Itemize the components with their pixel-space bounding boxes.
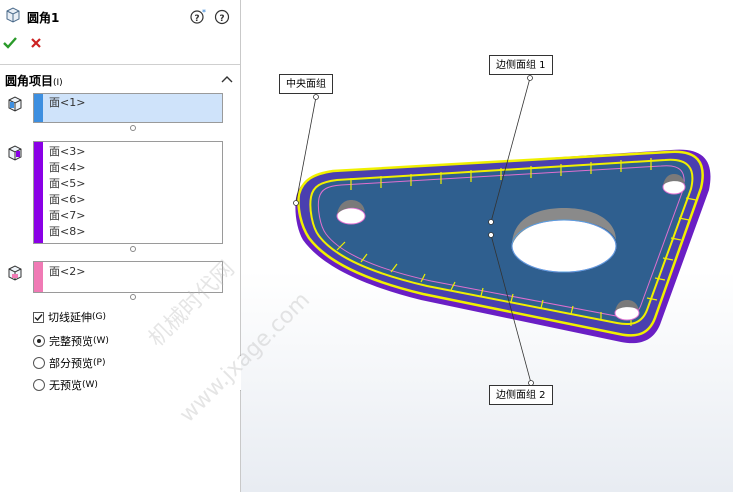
tangent-propagation-option[interactable]: 切线延伸 (G) [33, 309, 106, 325]
help-star-icon[interactable]: ? * [190, 8, 206, 25]
list-item[interactable]: 面<1> [49, 95, 85, 111]
close-icon [31, 38, 41, 48]
callout-center-faces: 中央面组 [279, 74, 333, 94]
full-preview-option[interactable]: 完整预览 (W) [33, 333, 109, 349]
partial-preview-option[interactable]: 部分预览 (P) [33, 355, 105, 371]
list-item[interactable]: 面<8> [49, 224, 85, 240]
resize-grip[interactable] [130, 246, 136, 252]
full-preview-label: 完整预览 [49, 335, 93, 348]
no-preview-option[interactable]: 无预览 (W) [33, 377, 98, 393]
resize-grip[interactable] [130, 294, 136, 300]
no-preview-radio[interactable] [33, 379, 45, 391]
callout-side-faces-1: 边侧面组 1 [489, 55, 553, 75]
tangent-hint: (G) [92, 312, 106, 322]
full-preview-radio[interactable] [33, 335, 45, 347]
svg-text:*: * [202, 9, 206, 17]
fillet-feature-icon [5, 7, 21, 23]
tangent-checkbox[interactable] [33, 311, 44, 323]
list-item[interactable]: 面<2> [49, 264, 85, 280]
feature-title: 圆角1 [27, 11, 60, 25]
face-list-2[interactable]: 面<3> 面<4> 面<5> 面<6> 面<7> 面<8> [33, 141, 223, 244]
face-list-1[interactable]: 面<1> [33, 93, 223, 123]
list-color-bar [34, 94, 43, 122]
section-label: 圆角项目 [5, 74, 54, 88]
header-divider [0, 64, 240, 65]
tangent-label: 切线延伸 [48, 311, 92, 324]
list-item[interactable]: 面<6> [49, 192, 85, 208]
resize-grip[interactable] [130, 125, 136, 131]
face-selection-icon [7, 96, 23, 112]
svg-text:?: ? [194, 14, 199, 24]
check-icon [3, 37, 17, 49]
property-manager-panel: 圆角1 ? * ? 圆角项目(I) 面<1> 面<3> 面<4> 面<5> 面<… [0, 0, 241, 492]
full-preview-hint: (W) [93, 336, 109, 346]
ok-button[interactable] [3, 36, 17, 50]
list-item[interactable]: 面<3> [49, 144, 85, 160]
face-selection-icon [7, 145, 23, 161]
callout-side-faces-2: 边侧面组 2 [489, 385, 553, 405]
no-preview-hint: (W) [82, 380, 98, 390]
partial-preview-radio[interactable] [33, 357, 45, 369]
graphics-viewport[interactable]: 中央面组 边侧面组 1 边侧面组 2 [241, 0, 733, 492]
help-icon[interactable]: ? [214, 9, 230, 25]
list-color-bar [34, 142, 43, 243]
list-color-bar [34, 262, 43, 292]
cancel-button[interactable] [30, 37, 42, 49]
partial-preview-hint: (P) [93, 358, 106, 368]
face-selection-icon [7, 265, 23, 281]
list-item[interactable]: 面<7> [49, 208, 85, 224]
section-title[interactable]: 圆角项目(I) [5, 72, 63, 89]
list-item[interactable]: 面<4> [49, 160, 85, 176]
list-item[interactable]: 面<5> [49, 176, 85, 192]
partial-preview-label: 部分预览 [49, 357, 93, 370]
chevron-up-icon[interactable] [221, 74, 233, 84]
svg-text:?: ? [219, 14, 224, 24]
no-preview-label: 无预览 [49, 379, 82, 392]
section-hint: (I) [53, 78, 63, 88]
